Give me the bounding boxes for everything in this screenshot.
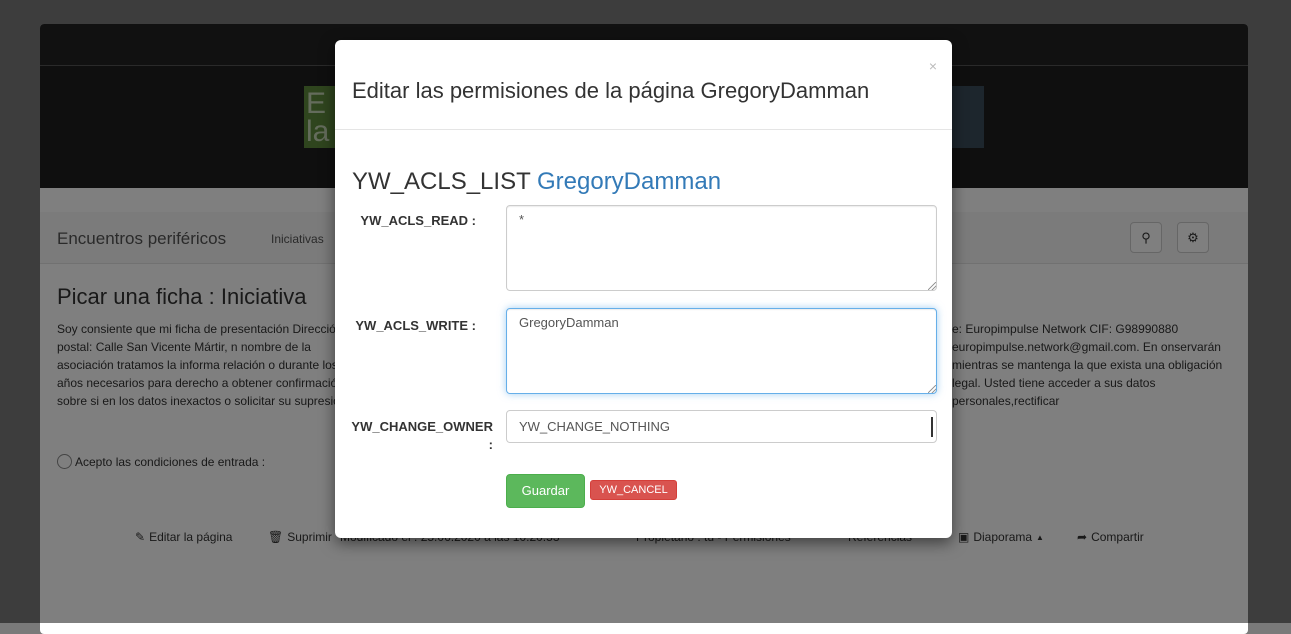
acl-heading-label: YW_ACLS_LIST bbox=[352, 168, 531, 195]
save-button[interactable]: Guardar bbox=[506, 474, 585, 508]
acl-page-name: GregoryDamman bbox=[536, 168, 722, 195]
modal-header: Editar las permisiones de la página Greg… bbox=[335, 40, 952, 130]
write-acl-textarea[interactable]: GregoryDamman bbox=[506, 308, 937, 394]
modal-title: Editar las permisiones de la página Greg… bbox=[352, 78, 870, 103]
change-owner-selected: YW_CHANGE_NOTHING bbox=[519, 419, 670, 434]
cancel-button[interactable]: YW_CANCEL bbox=[590, 480, 677, 500]
change-owner-label: YW_CHANGE_OWNER : bbox=[351, 419, 493, 452]
read-acl-textarea[interactable]: * bbox=[506, 205, 937, 291]
acl-heading: YW_ACLS_LIST GregoryDamman bbox=[352, 168, 721, 196]
close-icon[interactable]: × bbox=[929, 58, 937, 74]
select-arrow-icon bbox=[931, 417, 935, 437]
read-acl-label: YW_ACLS_READ : bbox=[360, 213, 476, 228]
write-acl-label: YW_ACLS_WRITE : bbox=[355, 318, 476, 333]
change-owner-select[interactable]: YW_CHANGE_NOTHING bbox=[506, 410, 937, 443]
permissions-modal: Editar las permisiones de la página Greg… bbox=[335, 40, 952, 538]
